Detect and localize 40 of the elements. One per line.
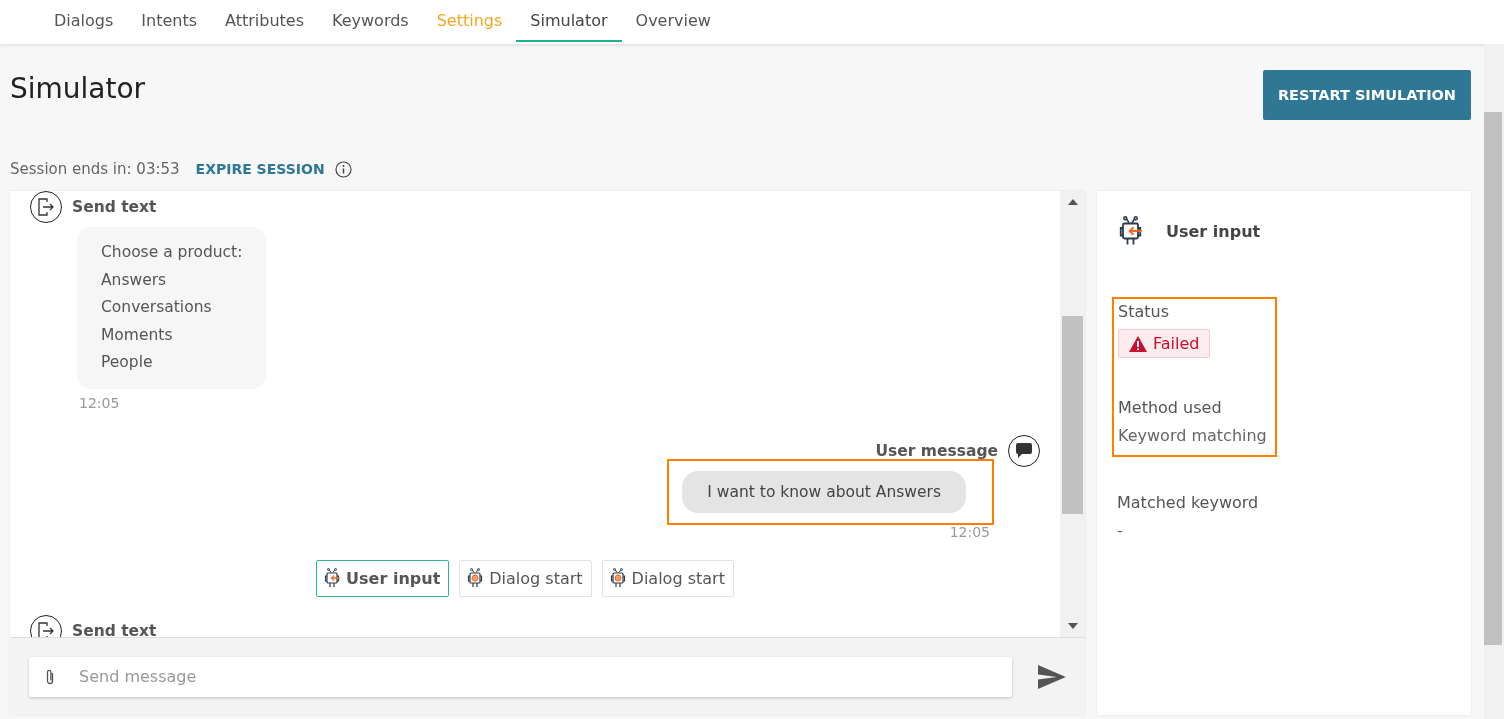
restart-simulation-button[interactable]: RESTART SIMULATION	[1262, 70, 1471, 120]
nav-tab[interactable]: Simulator	[516, 0, 622, 42]
scroll-up-icon[interactable]	[1067, 199, 1078, 205]
message-time: 12:05	[79, 394, 121, 411]
nav-tab[interactable]: Attributes	[211, 0, 318, 42]
event-title: User message	[875, 441, 998, 460]
step-chip[interactable]: User input	[316, 559, 450, 597]
matched-keyword-value: -	[1117, 521, 1124, 540]
session-timer: Session ends in: 03:53	[10, 160, 180, 178]
robot-icon	[608, 568, 627, 588]
robot-icon	[466, 568, 485, 588]
expire-session-link[interactable]: EXPIRE SESSION	[195, 161, 325, 177]
robot-icon	[323, 568, 342, 588]
paperclip-icon[interactable]	[45, 667, 55, 686]
send-icon[interactable]	[1038, 664, 1066, 689]
step-chip[interactable]: Dialog start	[601, 559, 734, 597]
step-chip[interactable]: Dialog start	[459, 559, 592, 597]
page-scrollbar[interactable]	[1484, 44, 1504, 719]
nav-tab[interactable]: Dialogs	[40, 0, 128, 42]
robot-icon	[1117, 216, 1144, 246]
matched-keyword-label: Matched keyword	[1117, 493, 1260, 512]
message-time: 12:05	[949, 523, 990, 540]
nav-tab[interactable]: Keywords	[318, 0, 423, 42]
message-input[interactable]: Send message	[29, 656, 1013, 697]
info-icon[interactable]	[334, 160, 352, 178]
page-title: Simulator	[10, 71, 146, 105]
warning-icon	[1129, 335, 1147, 352]
nav-tab[interactable]: Overview	[621, 0, 725, 42]
status-label: Status	[1118, 302, 1170, 321]
chat-scrollbar[interactable]	[1060, 191, 1085, 637]
event-title: Send text	[72, 198, 157, 216]
status-badge: Failed	[1118, 329, 1211, 358]
nav-tab[interactable]: Intents	[127, 0, 212, 42]
user-message-bubble: I want to know about Answers	[682, 470, 966, 513]
method-value: Keyword matching	[1118, 426, 1267, 445]
bot-message-bubble: Choose a product: Answers Conversations Moments People	[77, 227, 267, 389]
details-title: User input	[1166, 221, 1261, 241]
event-title: Send text	[72, 621, 157, 637]
scroll-down-icon[interactable]	[1067, 623, 1078, 629]
method-label: Method used	[1118, 398, 1223, 417]
